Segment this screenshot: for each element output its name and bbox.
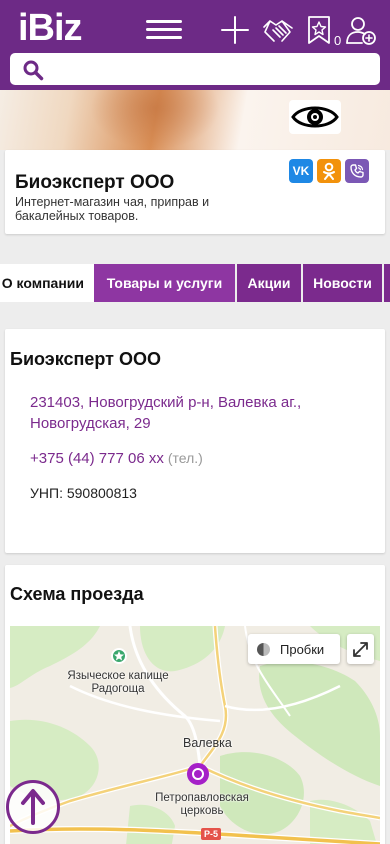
tab-products[interactable]: Товары и услуги [94, 264, 237, 302]
ok-glyph [323, 162, 335, 180]
eye-button[interactable] [289, 100, 341, 134]
tab-more[interactable] [384, 264, 390, 302]
vk-icon[interactable]: VK [289, 159, 313, 183]
company-description: Интернет-магазин чая, приправ и бакалейн… [15, 195, 210, 223]
star-icon [114, 651, 124, 661]
traffic-button[interactable]: Пробки [248, 634, 340, 664]
arrow-up-icon [21, 789, 45, 825]
viber-icon[interactable] [345, 159, 369, 183]
header: iBiz 0 [0, 0, 390, 90]
phone-glyph [350, 164, 364, 178]
phone-link[interactable]: +375 (44) 777 06 xx [30, 450, 164, 467]
search-input[interactable] [52, 53, 372, 85]
tab-bar: О компании Товары и услуги Акции Новости [0, 264, 390, 302]
tab-about[interactable]: О компании [0, 264, 94, 302]
town-label: Валевка [183, 736, 232, 750]
map-title: Схема проезда [10, 584, 144, 604]
contact-card: Биоэксперт ООО 231403, Новогрудский р-н,… [5, 329, 385, 553]
star-bookmark-icon[interactable] [303, 14, 335, 46]
search-icon[interactable] [22, 59, 44, 81]
location-pin[interactable] [187, 763, 209, 785]
traffic-label: Пробки [280, 642, 325, 657]
expand-map-button[interactable] [347, 634, 374, 664]
church-label: Петропавловская церковь [155, 792, 249, 817]
map-view[interactable]: Пробки Языческое капище Радогоща Валевка… [10, 626, 380, 844]
traffic-icon [257, 643, 270, 656]
logo[interactable]: iBiz [18, 6, 83, 50]
company-name: Биоэксперт ООО [15, 172, 175, 193]
phone-note: (тел.) [167, 450, 203, 466]
phone-row: +375 (44) 777 06 xx (тел.) [30, 450, 203, 467]
road-badge: Р-5 [201, 828, 221, 840]
tab-news[interactable]: Новости [303, 264, 384, 302]
map-card: Схема проезда Пробки Языческое капище Ра… [5, 565, 385, 844]
plus-icon[interactable] [219, 14, 251, 46]
company-card: Биоэксперт ООО Интернет-магазин чая, при… [5, 150, 385, 234]
poi-label: Языческое капище Радогоща [67, 670, 169, 695]
scroll-to-top-button[interactable] [6, 780, 60, 834]
expand-icon [353, 642, 368, 657]
contact-title: Биоэксперт ООО [10, 349, 161, 369]
cart-count: 0 [334, 33, 342, 48]
poi-marker[interactable] [111, 648, 127, 664]
search-bar [10, 53, 380, 85]
odnoklassniki-icon[interactable] [317, 159, 341, 183]
menu-icon[interactable] [146, 17, 182, 43]
handshake-icon[interactable] [262, 14, 294, 46]
unp-text: УНП: 590800813 [30, 485, 137, 501]
address-link[interactable]: 231403, Новогрудский р-н, Валевка аг., Н… [30, 392, 330, 434]
add-user-icon[interactable] [345, 14, 377, 46]
eye-icon [291, 106, 339, 128]
tab-promotions[interactable]: Акции [237, 264, 303, 302]
